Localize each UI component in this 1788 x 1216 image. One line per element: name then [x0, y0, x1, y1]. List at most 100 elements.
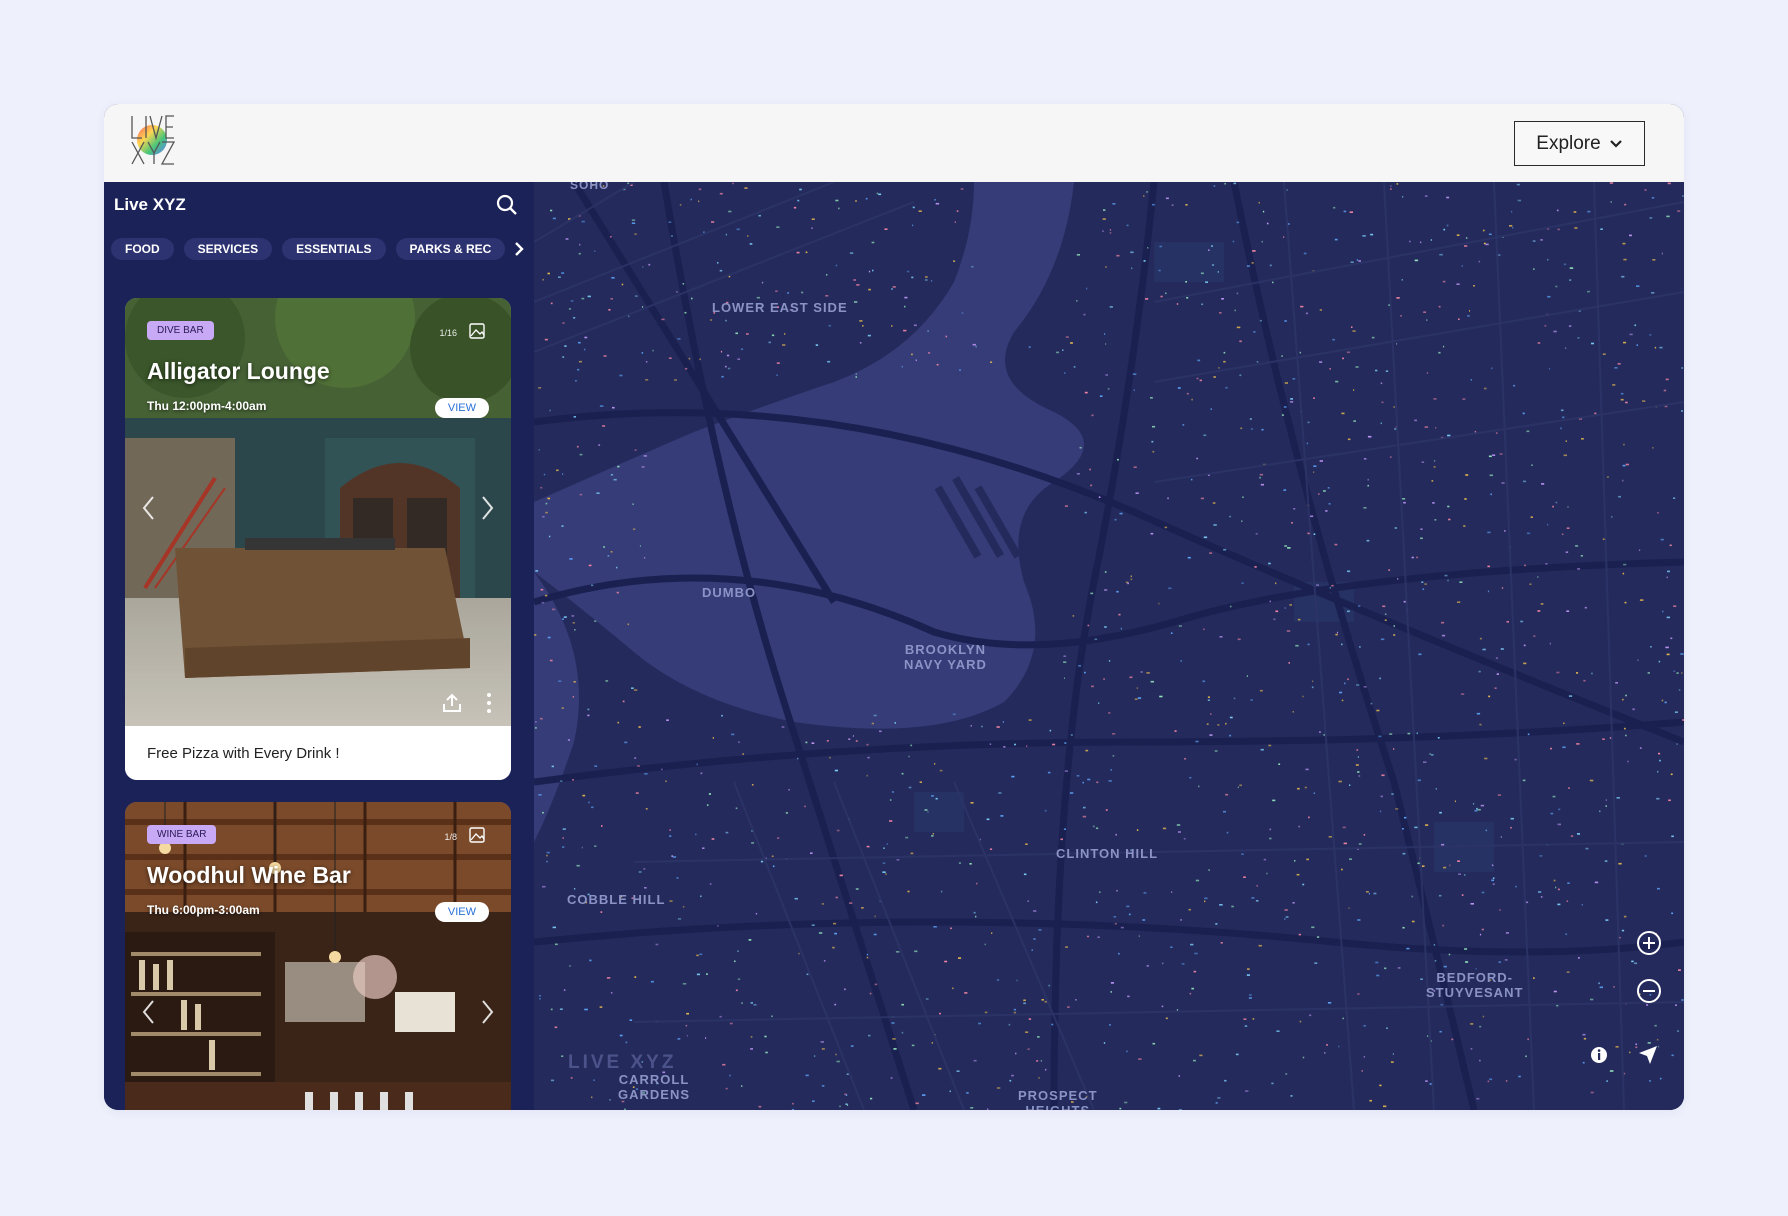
poi-dot	[1146, 191, 1148, 193]
poi-dot	[1550, 747, 1552, 750]
poi-dot	[1390, 1061, 1394, 1063]
more-icon[interactable]	[486, 692, 492, 714]
poi-dot	[1209, 552, 1213, 554]
share-icon[interactable]	[441, 692, 463, 714]
zoom-in-icon[interactable]	[1636, 930, 1662, 956]
poi-dot	[539, 995, 541, 997]
locate-icon[interactable]	[1636, 1043, 1660, 1067]
chip-services[interactable]: SERVICES	[183, 238, 273, 260]
poi-dot	[776, 374, 778, 376]
poi-dot	[1433, 944, 1436, 946]
info-icon[interactable]	[1589, 1045, 1609, 1065]
poi-dot	[674, 379, 677, 381]
poi-dot	[1096, 781, 1099, 784]
poi-dot	[1591, 342, 1594, 345]
poi-dot	[1540, 603, 1544, 605]
poi-dot	[1555, 501, 1558, 504]
poi-dot	[1076, 775, 1080, 777]
poi-dot	[1370, 702, 1373, 705]
poi-dot	[617, 465, 620, 468]
chip-parks-rec[interactable]: PARKS & REC	[395, 238, 506, 260]
poi-dot	[1658, 752, 1661, 755]
poi-dot	[1632, 708, 1635, 711]
venue-photo[interactable]: DIVE BAR 1/16 Alligator Lounge Thu 12:00…	[125, 298, 511, 726]
poi-dot	[1104, 571, 1107, 573]
poi-dot	[549, 409, 551, 412]
view-button[interactable]: VIEW	[434, 398, 489, 418]
poi-dot	[1120, 627, 1122, 630]
poi-dot	[1654, 346, 1657, 349]
poi-dot	[1130, 251, 1134, 254]
poi-dot	[1604, 860, 1608, 862]
poi-dot	[936, 363, 939, 366]
view-button[interactable]: VIEW	[434, 902, 489, 922]
venue-card[interactable]: WINE BAR 1/8 Woodhul Wine Bar Thu 6:00pm…	[125, 802, 511, 1110]
poi-dot	[698, 200, 700, 203]
poi-dot	[747, 235, 749, 237]
venue-photo[interactable]: WINE BAR 1/8 Woodhul Wine Bar Thu 6:00pm…	[125, 802, 511, 1110]
poi-dot	[866, 953, 869, 956]
poi-dot	[973, 911, 976, 914]
poi-dot	[1565, 440, 1567, 442]
poi-dot	[677, 918, 682, 920]
chevron-left-icon[interactable]	[139, 493, 159, 523]
poi-dot	[1319, 731, 1321, 733]
poi-dot	[1067, 1006, 1070, 1008]
poi-dot	[1649, 334, 1652, 336]
venue-card[interactable]: DIVE BAR 1/16 Alligator Lounge Thu 12:00…	[125, 298, 511, 780]
poi-dot	[1429, 1083, 1432, 1085]
poi-dot	[1127, 582, 1129, 585]
poi-dot	[1530, 516, 1533, 518]
poi-dot	[1449, 864, 1451, 867]
poi-dot	[1488, 695, 1491, 698]
chevron-right-icon[interactable]	[477, 997, 497, 1027]
poi-dot	[1681, 999, 1684, 1001]
poi-dot	[721, 714, 723, 717]
explore-button[interactable]: Explore	[1514, 121, 1645, 166]
poi-dot	[1414, 419, 1417, 422]
poi-dot	[666, 719, 669, 721]
venue-name[interactable]: Alligator Lounge	[147, 358, 330, 385]
poi-dot	[627, 182, 630, 185]
photo-counter: 1/16	[439, 328, 457, 338]
venue-name[interactable]: Woodhul Wine Bar	[147, 862, 351, 889]
poi-dot	[1484, 757, 1488, 760]
chevron-left-icon[interactable]	[139, 997, 159, 1027]
poi-dot	[1664, 701, 1667, 704]
poi-dot	[1065, 946, 1068, 948]
poi-dot	[1186, 392, 1189, 395]
poi-dot	[1524, 564, 1527, 567]
chevron-right-icon[interactable]	[477, 493, 497, 523]
map[interactable]: SOHO LOWER EAST SIDE DUMBO BROOKLYN NAVY…	[534, 182, 1684, 1110]
poi-dot	[1573, 211, 1577, 213]
poi-dot	[797, 199, 800, 202]
poi-dot	[1461, 265, 1463, 267]
poi-dot	[1224, 182, 1226, 185]
gallery-icon[interactable]	[468, 826, 486, 844]
poi-dot	[856, 284, 860, 286]
chevron-right-icon[interactable]	[504, 234, 534, 264]
poi-dot	[1260, 483, 1264, 486]
poi-dot	[1538, 891, 1542, 893]
poi-dot	[1064, 677, 1065, 679]
poi-dot	[1425, 1080, 1428, 1082]
poi-dot	[1421, 461, 1425, 463]
logo[interactable]	[128, 112, 176, 168]
search-icon[interactable]	[496, 194, 518, 216]
poi-dot	[1448, 518, 1451, 521]
zoom-out-icon[interactable]	[1636, 978, 1662, 1004]
poi-dot	[1211, 264, 1215, 266]
gallery-icon[interactable]	[468, 322, 486, 340]
poi-dot	[593, 1079, 595, 1081]
poi-dot	[632, 503, 634, 505]
chip-food[interactable]: FOOD	[111, 238, 174, 260]
poi-dot	[1677, 1030, 1679, 1032]
poi-dot	[643, 455, 647, 457]
poi-dot	[1234, 309, 1236, 312]
poi-dot	[1678, 689, 1681, 691]
poi-dot	[805, 251, 808, 254]
poi-dot	[1109, 1024, 1111, 1026]
poi-dot	[607, 555, 610, 557]
chip-essentials[interactable]: ESSENTIALS	[282, 238, 386, 260]
poi-dot	[1313, 465, 1317, 467]
